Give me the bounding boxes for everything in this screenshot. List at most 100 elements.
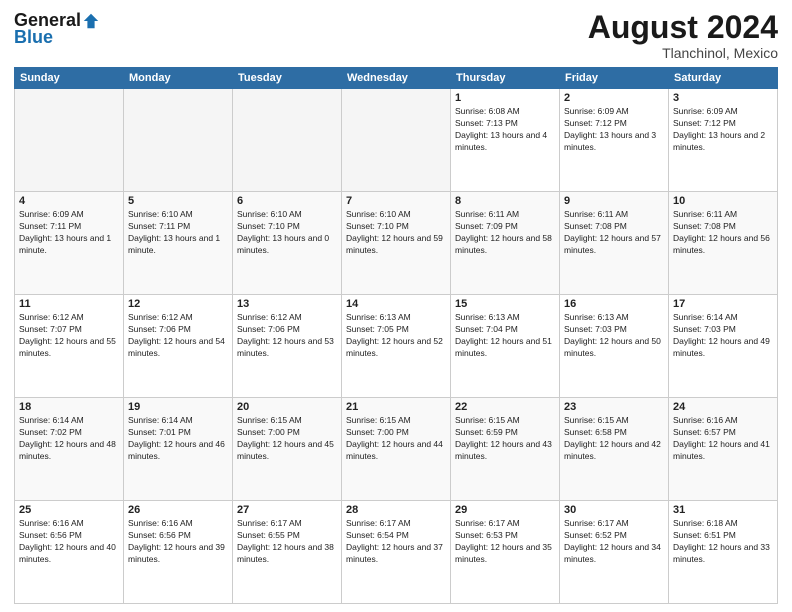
table-row: 30Sunrise: 6:17 AMSunset: 6:52 PMDayligh… bbox=[560, 501, 669, 604]
month-title: August 2024 bbox=[588, 10, 778, 45]
calendar-header-row: Sunday Monday Tuesday Wednesday Thursday… bbox=[15, 68, 778, 89]
day-number: 9 bbox=[564, 195, 664, 207]
day-info: Sunrise: 6:14 AMSunset: 7:01 PMDaylight:… bbox=[128, 415, 228, 463]
day-number: 31 bbox=[673, 504, 773, 516]
day-info: Sunrise: 6:15 AMSunset: 7:00 PMDaylight:… bbox=[237, 415, 337, 463]
day-info: Sunrise: 6:15 AMSunset: 6:58 PMDaylight:… bbox=[564, 415, 664, 463]
day-info: Sunrise: 6:15 AMSunset: 6:59 PMDaylight:… bbox=[455, 415, 555, 463]
day-number: 16 bbox=[564, 298, 664, 310]
calendar-week-row: 25 Sunrise: 6:16 AMSunset: 6:56 PMDayligh… bbox=[15, 501, 778, 604]
table-row: 11Sunrise: 6:12 AMSunset: 7:07 PMDayligh… bbox=[15, 295, 124, 398]
day-info: Sunrise: 6:09 AMSunset: 7:11 PMDaylight:… bbox=[19, 209, 119, 257]
day-info: Sunrise: 6:10 AMSunset: 7:10 PMDaylight:… bbox=[346, 209, 446, 257]
day-info: Sunrise: 6:13 AMSunset: 7:03 PMDaylight:… bbox=[564, 312, 664, 360]
day-number: 2 bbox=[564, 92, 664, 104]
table-row: 7 Sunrise: 6:10 AMSunset: 7:10 PMDaylight… bbox=[342, 192, 451, 295]
table-row bbox=[233, 89, 342, 192]
calendar-table: Sunday Monday Tuesday Wednesday Thursday… bbox=[14, 67, 778, 604]
day-number: 27 bbox=[237, 504, 337, 516]
day-info: Sunrise: 6:11 AMSunset: 7:08 PMDaylight:… bbox=[564, 209, 664, 257]
table-row: 14 Sunrise: 6:13 AMSunset: 7:05 PMDayligh… bbox=[342, 295, 451, 398]
day-number: 22 bbox=[455, 401, 555, 413]
day-number: 13 bbox=[237, 298, 337, 310]
col-wednesday: Wednesday bbox=[342, 68, 451, 89]
day-number: 18 bbox=[19, 401, 119, 413]
day-number: 29 bbox=[455, 504, 555, 516]
day-number: 17 bbox=[673, 298, 773, 310]
day-number: 19 bbox=[128, 401, 228, 413]
calendar-week-row: 18 Sunrise: 6:14 AMSunset: 7:02 PMDayligh… bbox=[15, 398, 778, 501]
day-number: 6 bbox=[237, 195, 337, 207]
table-row bbox=[342, 89, 451, 192]
day-number: 21 bbox=[346, 401, 446, 413]
table-row: 28 Sunrise: 6:17 AMSunset: 6:54 PMDayligh… bbox=[342, 501, 451, 604]
day-info: Sunrise: 6:17 AMSunset: 6:53 PMDaylight:… bbox=[455, 518, 555, 566]
page: General Blue August 2024 Tlanchinol, Mex… bbox=[0, 0, 792, 612]
table-row: 22 Sunrise: 6:15 AMSunset: 6:59 PMDayligh… bbox=[451, 398, 560, 501]
day-info: Sunrise: 6:08 AMSunset: 7:13 PMDaylight:… bbox=[455, 106, 555, 154]
table-row: 4 Sunrise: 6:09 AMSunset: 7:11 PMDaylight… bbox=[15, 192, 124, 295]
logo-blue-text: Blue bbox=[14, 27, 53, 48]
col-sunday: Sunday bbox=[15, 68, 124, 89]
table-row: 29 Sunrise: 6:17 AMSunset: 6:53 PMDayligh… bbox=[451, 501, 560, 604]
table-row: 21 Sunrise: 6:15 AMSunset: 7:00 PMDayligh… bbox=[342, 398, 451, 501]
table-row: 15Sunrise: 6:13 AMSunset: 7:04 PMDayligh… bbox=[451, 295, 560, 398]
table-row: 12 Sunrise: 6:12 AMSunset: 7:06 PMDayligh… bbox=[124, 295, 233, 398]
table-row: 13 Sunrise: 6:12 AMSunset: 7:06 PMDayligh… bbox=[233, 295, 342, 398]
calendar-week-row: 11Sunrise: 6:12 AMSunset: 7:07 PMDayligh… bbox=[15, 295, 778, 398]
calendar-week-row: 1Sunrise: 6:08 AMSunset: 7:13 PMDaylight… bbox=[15, 89, 778, 192]
day-info: Sunrise: 6:17 AMSunset: 6:54 PMDaylight:… bbox=[346, 518, 446, 566]
day-info: Sunrise: 6:09 AMSunset: 7:12 PMDaylight:… bbox=[564, 106, 664, 154]
day-info: Sunrise: 6:16 AMSunset: 6:56 PMDaylight:… bbox=[19, 518, 119, 566]
day-info: Sunrise: 6:13 AMSunset: 7:05 PMDaylight:… bbox=[346, 312, 446, 360]
day-info: Sunrise: 6:17 AMSunset: 6:55 PMDaylight:… bbox=[237, 518, 337, 566]
day-info: Sunrise: 6:12 AMSunset: 7:06 PMDaylight:… bbox=[128, 312, 228, 360]
day-number: 24 bbox=[673, 401, 773, 413]
day-info: Sunrise: 6:18 AMSunset: 6:51 PMDaylight:… bbox=[673, 518, 773, 566]
col-thursday: Thursday bbox=[451, 68, 560, 89]
day-number: 26 bbox=[128, 504, 228, 516]
col-monday: Monday bbox=[124, 68, 233, 89]
table-row: 6 Sunrise: 6:10 AMSunset: 7:10 PMDaylight… bbox=[233, 192, 342, 295]
day-info: Sunrise: 6:14 AMSunset: 7:03 PMDaylight:… bbox=[673, 312, 773, 360]
table-row: 19 Sunrise: 6:14 AMSunset: 7:01 PMDayligh… bbox=[124, 398, 233, 501]
table-row: 1Sunrise: 6:08 AMSunset: 7:13 PMDaylight… bbox=[451, 89, 560, 192]
day-number: 7 bbox=[346, 195, 446, 207]
table-row: 17 Sunrise: 6:14 AMSunset: 7:03 PMDayligh… bbox=[669, 295, 778, 398]
table-row: 10Sunrise: 6:11 AMSunset: 7:08 PMDayligh… bbox=[669, 192, 778, 295]
day-number: 20 bbox=[237, 401, 337, 413]
col-friday: Friday bbox=[560, 68, 669, 89]
day-info: Sunrise: 6:16 AMSunset: 6:56 PMDaylight:… bbox=[128, 518, 228, 566]
title-block: August 2024 Tlanchinol, Mexico bbox=[588, 10, 778, 61]
table-row: 20 Sunrise: 6:15 AMSunset: 7:00 PMDayligh… bbox=[233, 398, 342, 501]
header: General Blue August 2024 Tlanchinol, Mex… bbox=[14, 10, 778, 61]
day-info: Sunrise: 6:14 AMSunset: 7:02 PMDaylight:… bbox=[19, 415, 119, 463]
day-number: 25 bbox=[19, 504, 119, 516]
day-info: Sunrise: 6:09 AMSunset: 7:12 PMDaylight:… bbox=[673, 106, 773, 154]
day-number: 15 bbox=[455, 298, 555, 310]
table-row: 9 Sunrise: 6:11 AMSunset: 7:08 PMDaylight… bbox=[560, 192, 669, 295]
table-row: 25 Sunrise: 6:16 AMSunset: 6:56 PMDayligh… bbox=[15, 501, 124, 604]
table-row: 18 Sunrise: 6:14 AMSunset: 7:02 PMDayligh… bbox=[15, 398, 124, 501]
day-number: 28 bbox=[346, 504, 446, 516]
day-info: Sunrise: 6:12 AMSunset: 7:07 PMDaylight:… bbox=[19, 312, 119, 360]
table-row: 31 Sunrise: 6:18 AMSunset: 6:51 PMDayligh… bbox=[669, 501, 778, 604]
day-info: Sunrise: 6:15 AMSunset: 7:00 PMDaylight:… bbox=[346, 415, 446, 463]
col-tuesday: Tuesday bbox=[233, 68, 342, 89]
day-info: Sunrise: 6:11 AMSunset: 7:08 PMDaylight:… bbox=[673, 209, 773, 257]
day-info: Sunrise: 6:10 AMSunset: 7:10 PMDaylight:… bbox=[237, 209, 337, 257]
table-row: 8Sunrise: 6:11 AMSunset: 7:09 PMDaylight… bbox=[451, 192, 560, 295]
table-row: 23 Sunrise: 6:15 AMSunset: 6:58 PMDayligh… bbox=[560, 398, 669, 501]
day-info: Sunrise: 6:12 AMSunset: 7:06 PMDaylight:… bbox=[237, 312, 337, 360]
table-row: 27 Sunrise: 6:17 AMSunset: 6:55 PMDayligh… bbox=[233, 501, 342, 604]
day-number: 14 bbox=[346, 298, 446, 310]
day-number: 8 bbox=[455, 195, 555, 207]
day-number: 23 bbox=[564, 401, 664, 413]
table-row: 16 Sunrise: 6:13 AMSunset: 7:03 PMDayligh… bbox=[560, 295, 669, 398]
logo: General Blue bbox=[14, 10, 100, 48]
col-saturday: Saturday bbox=[669, 68, 778, 89]
day-number: 4 bbox=[19, 195, 119, 207]
table-row: 3Sunrise: 6:09 AMSunset: 7:12 PMDaylight… bbox=[669, 89, 778, 192]
table-row: 2 Sunrise: 6:09 AMSunset: 7:12 PMDaylight… bbox=[560, 89, 669, 192]
day-number: 12 bbox=[128, 298, 228, 310]
